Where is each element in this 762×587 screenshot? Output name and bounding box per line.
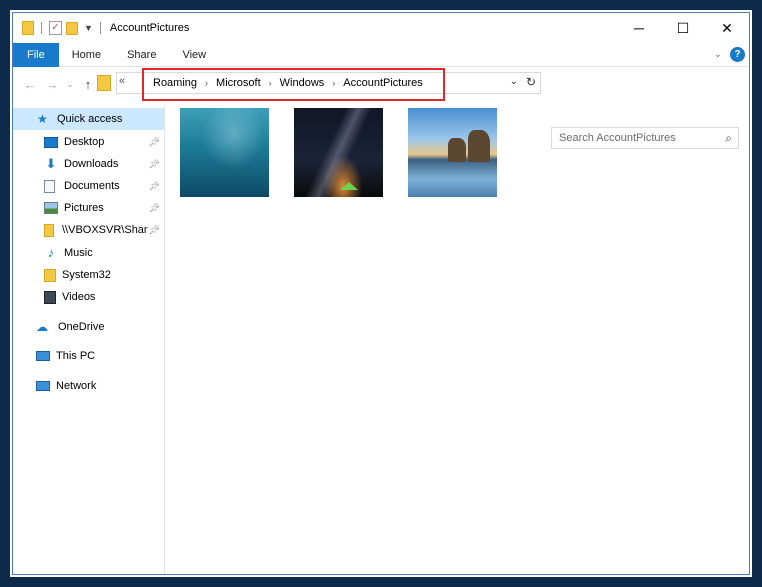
pin-icon[interactable]: 📌︎ bbox=[149, 225, 160, 236]
sidebar-item-label: Music bbox=[64, 247, 93, 259]
download-icon: ⬇ bbox=[45, 156, 57, 171]
new-folder-icon[interactable] bbox=[66, 21, 78, 35]
sidebar-item-videos[interactable]: Videos bbox=[13, 286, 164, 308]
sidebar-item-label: Quick access bbox=[57, 113, 123, 125]
folder-icon bbox=[44, 268, 56, 282]
sidebar-item-this-pc[interactable]: This PC bbox=[13, 345, 164, 367]
breadcrumb-roaming[interactable]: Roaming bbox=[153, 77, 197, 89]
rock-graphic bbox=[468, 130, 490, 162]
file-explorer-window: ✓ ▼ AccountPictures ─ ☐ ✕ File Home Shar… bbox=[12, 12, 750, 575]
file-list bbox=[173, 105, 743, 565]
sidebar-item-quick-access[interactable]: ★ Quick access bbox=[13, 108, 164, 130]
folder-icon bbox=[97, 75, 111, 91]
breadcrumb-windows[interactable]: Windows bbox=[280, 77, 325, 89]
sidebar-item-label: Downloads bbox=[64, 158, 119, 170]
navigation-pane: ★ Quick access Desktop 📌︎ ⬇ Downloads 📌︎… bbox=[13, 105, 165, 574]
videos-icon bbox=[44, 290, 56, 304]
back-arrow-icon[interactable]: ← bbox=[19, 77, 41, 92]
tab-file[interactable]: File bbox=[13, 42, 59, 67]
pin-icon[interactable]: 📌︎ bbox=[149, 203, 160, 214]
sidebar-item-label: \\VBOXSVR\Shar bbox=[62, 224, 148, 236]
sidebar-item-label: System32 bbox=[62, 269, 111, 281]
sidebar-item-pictures[interactable]: Pictures 📌︎ bbox=[13, 197, 164, 219]
sidebar-item-label: Videos bbox=[62, 291, 96, 303]
pin-icon[interactable]: 📌︎ bbox=[149, 181, 160, 192]
sidebar-item-label: Desktop bbox=[64, 136, 105, 148]
chevron-down-icon[interactable]: ⌄ bbox=[714, 49, 722, 60]
window-title: AccountPictures bbox=[109, 22, 190, 34]
sidebar-item-system32[interactable]: System32 bbox=[13, 264, 164, 286]
breadcrumb: Roaming › Microsoft › Windows › AccountP… bbox=[117, 77, 423, 89]
sidebar-item-network[interactable]: Network bbox=[13, 375, 164, 397]
sidebar-item-downloads[interactable]: ⬇ Downloads 📌︎ bbox=[13, 153, 164, 175]
window-controls: ─ ☐ ✕ bbox=[617, 13, 749, 43]
quick-access-toolbar: ✓ ▼ bbox=[13, 21, 104, 35]
maximize-button[interactable]: ☐ bbox=[661, 13, 705, 43]
ribbon-right-controls: ⌄ ? bbox=[714, 47, 745, 62]
sidebar-item-label: OneDrive bbox=[58, 321, 105, 333]
recent-locations-chevron-icon[interactable]: ⌄ bbox=[63, 79, 77, 90]
sidebar-item-network-share[interactable]: \\VBOXSVR\Shar 📌︎ bbox=[13, 219, 164, 241]
breadcrumb-separator-icon[interactable]: › bbox=[269, 78, 272, 88]
breadcrumb-separator-icon[interactable]: › bbox=[205, 78, 208, 88]
help-icon[interactable]: ? bbox=[730, 47, 745, 62]
pin-icon[interactable]: 📌︎ bbox=[149, 137, 160, 148]
sidebar-item-documents[interactable]: Documents 📌︎ bbox=[13, 175, 164, 197]
address-bar[interactable]: « Roaming › Microsoft › Windows › Accoun… bbox=[97, 72, 541, 94]
pictures-icon bbox=[44, 202, 58, 214]
tent-graphic bbox=[340, 182, 358, 190]
tab-view[interactable]: View bbox=[169, 43, 219, 67]
tab-home[interactable]: Home bbox=[59, 43, 114, 67]
desktop-icon bbox=[44, 136, 58, 148]
sidebar-item-desktop[interactable]: Desktop 📌︎ bbox=[13, 131, 164, 153]
sidebar-item-music[interactable]: ♪ Music bbox=[13, 242, 164, 264]
music-icon: ♪ bbox=[47, 245, 55, 260]
up-arrow-icon[interactable]: ↑ bbox=[77, 77, 99, 92]
toolbar-divider bbox=[41, 22, 42, 34]
computer-icon bbox=[36, 351, 50, 361]
tab-share[interactable]: Share bbox=[114, 43, 169, 67]
sidebar-item-onedrive[interactable]: ☁ OneDrive bbox=[13, 316, 164, 338]
address-row: ← → ⌄ ↑ « Roaming › Microsoft › Windows … bbox=[13, 68, 749, 149]
sidebar-item-label: Network bbox=[56, 380, 97, 392]
network-icon bbox=[36, 381, 50, 391]
folder-icon bbox=[22, 21, 34, 35]
pin-icon[interactable]: 📌︎ bbox=[149, 159, 160, 170]
forward-arrow-icon[interactable]: → bbox=[41, 77, 63, 92]
address-dropdown-icon[interactable]: ⌄ bbox=[510, 76, 518, 87]
customize-toolbar-icon[interactable]: ▼ bbox=[84, 23, 93, 33]
star-icon: ★ bbox=[37, 112, 48, 126]
breadcrumb-microsoft[interactable]: Microsoft bbox=[216, 77, 261, 89]
rock-graphic bbox=[448, 138, 466, 162]
toolbar-divider bbox=[99, 22, 101, 34]
thumbnail-night-sky[interactable] bbox=[294, 108, 383, 197]
breadcrumb-separator-icon[interactable]: › bbox=[332, 78, 335, 88]
cloud-icon: ☁ bbox=[36, 320, 48, 334]
thumbnail-underwater[interactable] bbox=[180, 108, 269, 197]
thumbnail-beach-rocks[interactable] bbox=[408, 108, 497, 197]
sidebar-item-label: Documents bbox=[64, 180, 120, 192]
sidebar-item-label: This PC bbox=[56, 350, 96, 362]
ribbon-tabs: File Home Share View ⌄ ? bbox=[13, 42, 749, 67]
title-bar: ✓ ▼ AccountPictures ─ ☐ ✕ bbox=[13, 13, 749, 43]
network-share-icon bbox=[44, 223, 54, 237]
properties-icon[interactable]: ✓ bbox=[49, 21, 62, 35]
breadcrumb-accountpictures[interactable]: AccountPictures bbox=[343, 77, 422, 89]
minimize-button[interactable]: ─ bbox=[617, 13, 661, 43]
close-button[interactable]: ✕ bbox=[705, 13, 749, 43]
documents-icon bbox=[44, 179, 55, 193]
address-overflow-indicator[interactable]: « bbox=[119, 75, 125, 87]
refresh-icon[interactable]: ↻ bbox=[526, 75, 536, 89]
sidebar-item-label: Pictures bbox=[64, 202, 104, 214]
